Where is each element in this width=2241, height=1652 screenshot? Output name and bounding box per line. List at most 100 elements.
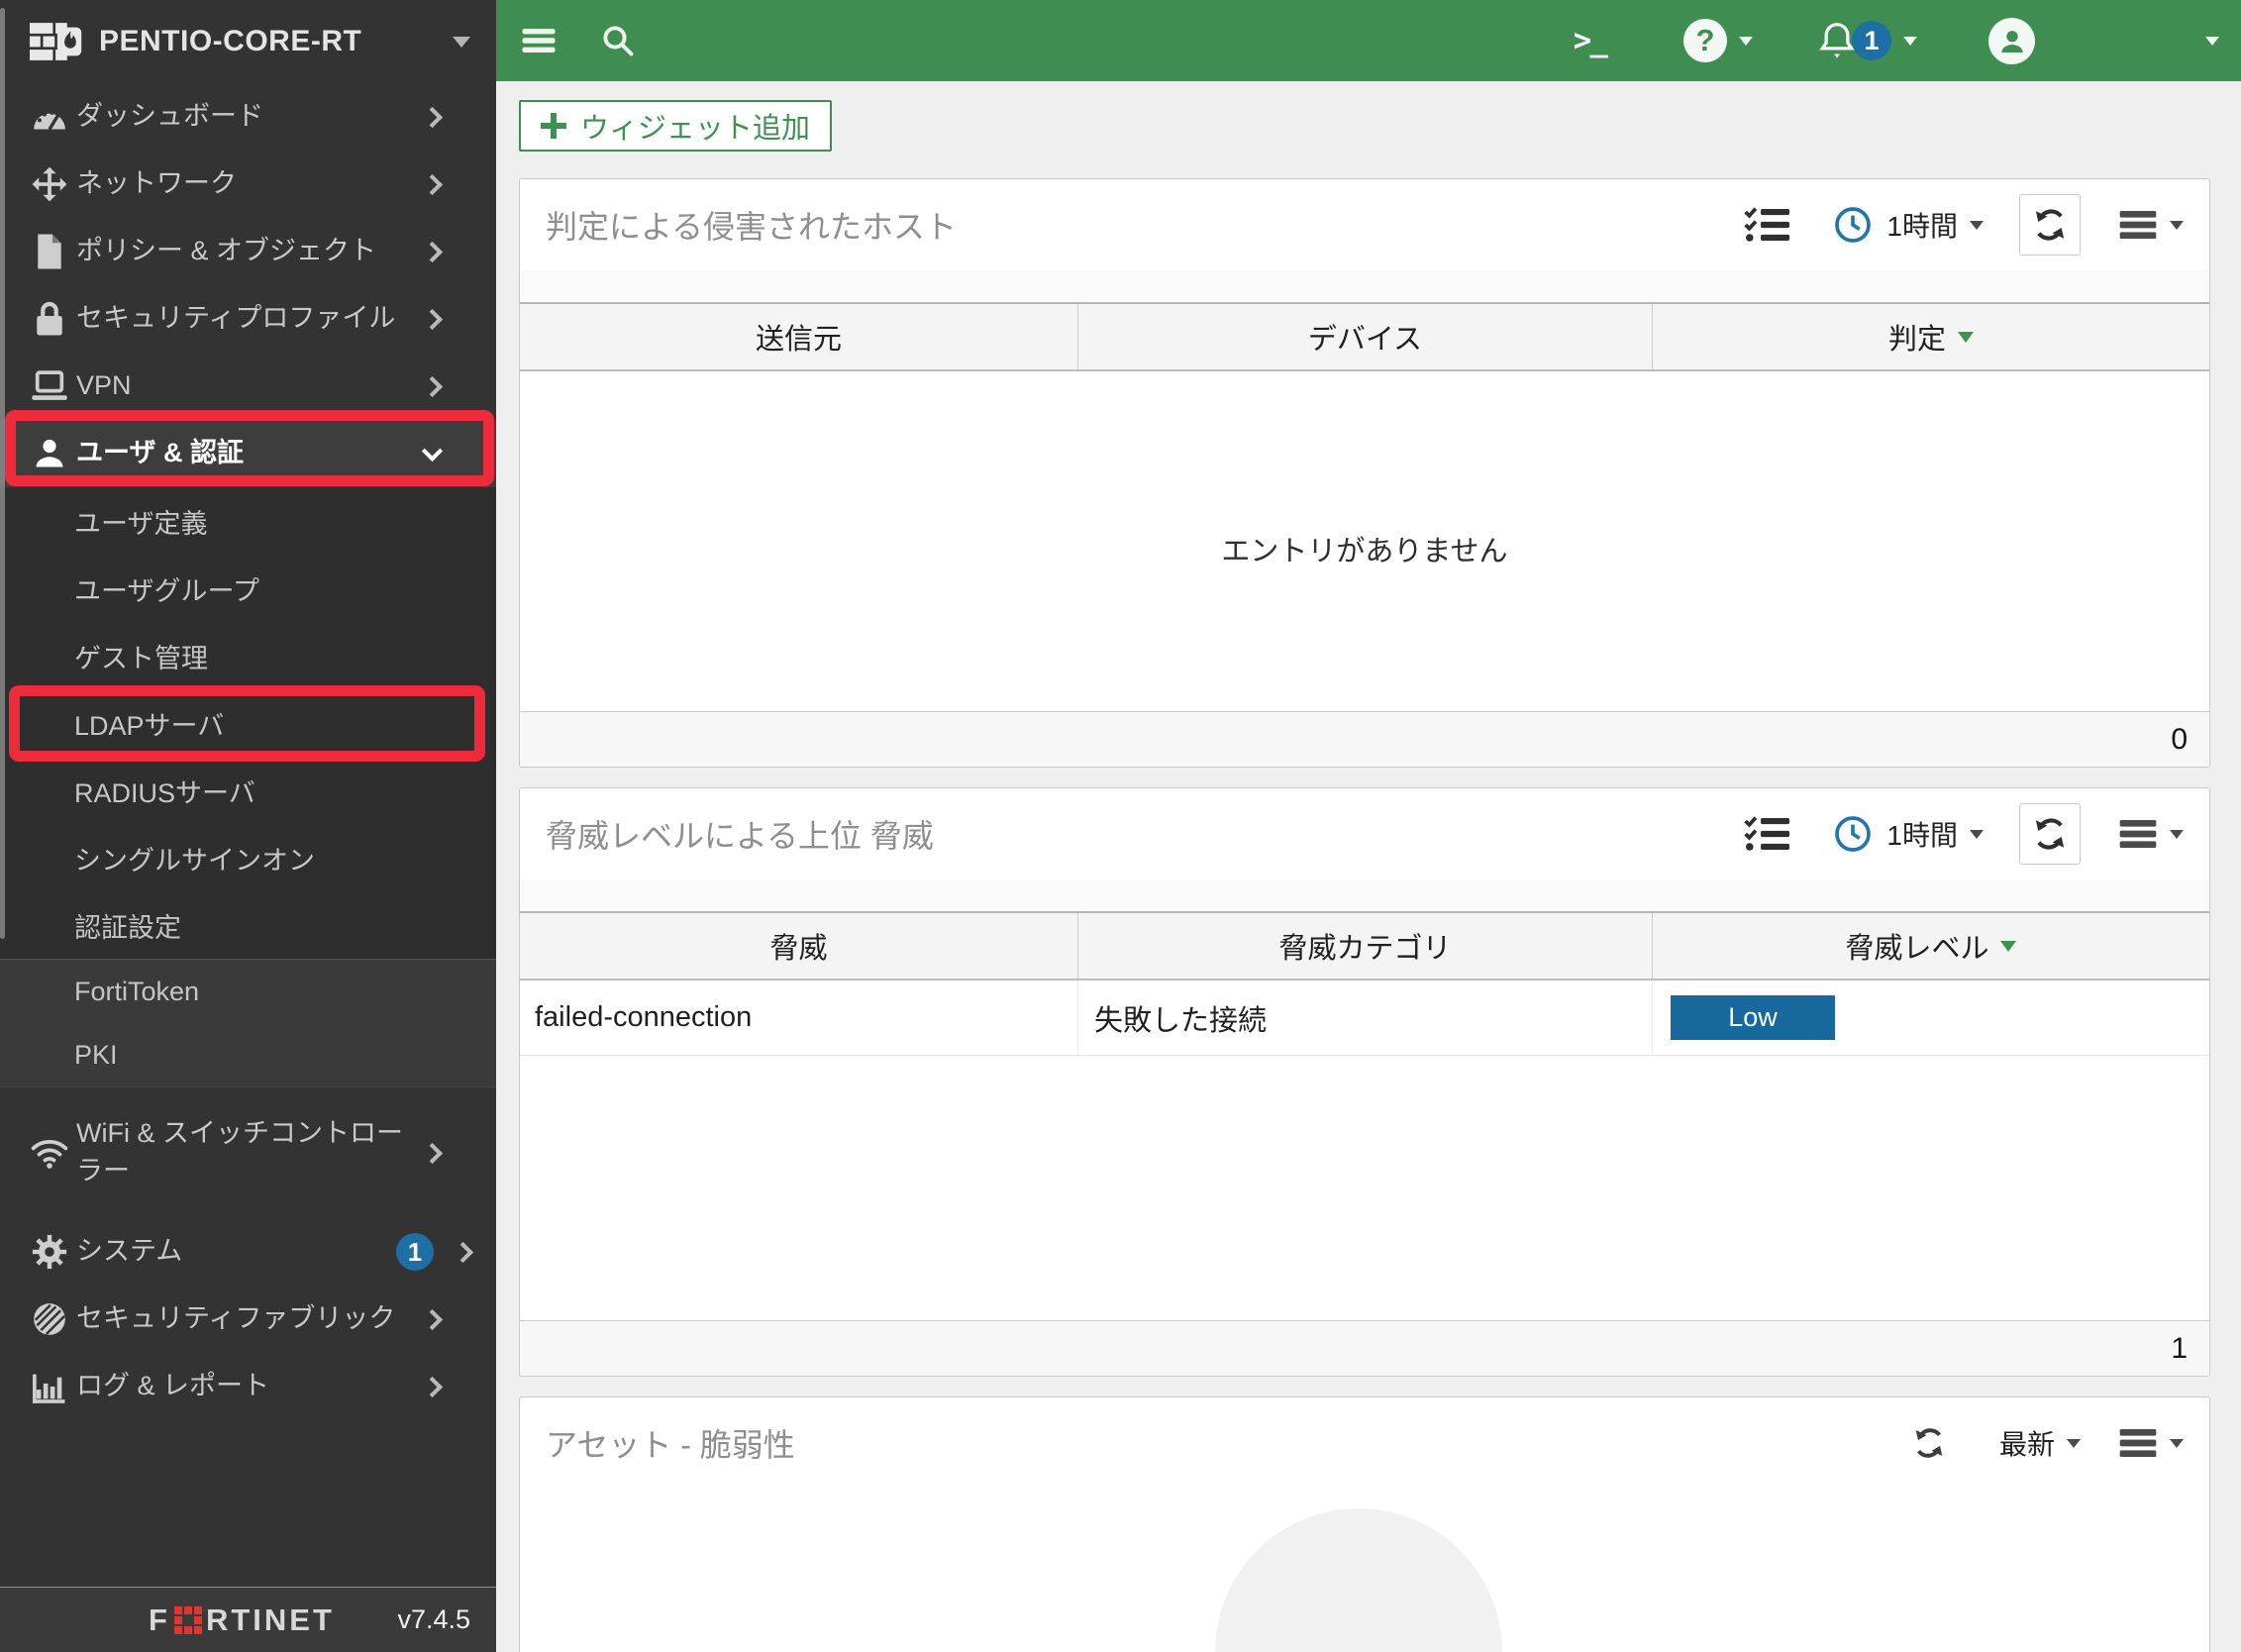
search-icon — [600, 23, 636, 58]
refresh-icon — [2035, 209, 2065, 241]
chevron-down-icon — [421, 440, 444, 462]
widget-title: 判定による侵害されたホスト — [546, 209, 958, 245]
sidebar-item-label: システム — [76, 1236, 183, 1267]
fortinet-logo-rest: RTINET — [205, 1601, 335, 1637]
table-row[interactable]: failed-connection 失敗した接続 Low — [520, 981, 2209, 1056]
time-range-label: 1時間 — [1886, 820, 1958, 851]
sidebar-item-single-sign-on[interactable]: シングルサインオン — [0, 824, 496, 891]
time-range-dropdown[interactable]: 1時間 — [1833, 814, 1984, 854]
chevron-down-icon — [2205, 36, 2219, 46]
gauge-icon — [24, 97, 75, 137]
sidebar-item-fortitoken[interactable]: FortiToken — [0, 960, 496, 1023]
empty-state-text: エントリがありません — [1221, 535, 1508, 568]
sidebar-item-auth-settings[interactable]: 認証設定 — [0, 891, 496, 959]
sidebar-item-policy-objects[interactable]: ポリシー & オブジェクト — [0, 218, 496, 285]
sidebar-item-label: ゲスト管理 — [74, 643, 208, 673]
gear-icon — [24, 1233, 75, 1271]
widget-title: 脅威レベルによる上位 脅威 — [546, 818, 934, 854]
hamburger-icon — [521, 26, 557, 55]
sidebar-item-user-auth[interactable]: ユーザ & 認証 — [0, 420, 496, 487]
sidebar-item-label: PKI — [74, 1039, 118, 1070]
sidebar-footer: F RTINET v7.4.5 — [0, 1587, 496, 1652]
sidebar-item-label: FortiToken — [74, 976, 200, 1006]
sidebar-item-label: ログ & レポート — [76, 1371, 270, 1401]
sidebar-item-pki[interactable]: PKI — [0, 1023, 496, 1086]
sidebar-item-system[interactable]: システム 1 — [0, 1218, 496, 1286]
add-widget-button[interactable]: ウィジェット追加 — [519, 100, 833, 152]
chevron-right-icon — [421, 1376, 444, 1397]
topbar-overflow-button[interactable] — [2205, 36, 2219, 46]
chevron-down-icon — [1739, 36, 1753, 46]
user-auth-submenu-group: FortiToken PKI — [0, 959, 496, 1087]
widget-assets-vulnerabilities: アセット - 脆弱性 最新 — [519, 1396, 2210, 1652]
chevron-down-icon — [453, 36, 470, 48]
latest-label: 最新 — [1998, 1429, 2055, 1460]
sidebar-item-wifi-switch[interactable]: WiFi & スイッチコントローラー — [0, 1087, 496, 1218]
column-header-threat[interactable]: 脅威 — [520, 913, 1077, 979]
sidebar-item-user-groups[interactable]: ユーザグループ — [0, 555, 496, 622]
document-icon — [24, 233, 75, 270]
chevron-right-icon — [421, 1142, 444, 1164]
terminal-icon: >_ — [1573, 23, 1608, 58]
donut-chart-placeholder — [1215, 1508, 1502, 1652]
widget-menu-button[interactable] — [2118, 1426, 2184, 1460]
checklist-icon — [1744, 207, 1790, 242]
column-header-source[interactable]: 送信元 — [520, 304, 1077, 369]
sidebar-item-label: VPN — [76, 370, 132, 401]
widget-compromised-hosts: 判定による侵害されたホスト 1時間 送信元 デバイス 判定 エントリがありません… — [519, 178, 2210, 768]
sidebar-item-dashboard[interactable]: ダッシュボード — [0, 83, 496, 151]
laptop-icon — [24, 368, 75, 404]
sidebar-item-vpn[interactable]: VPN — [0, 353, 496, 420]
widget-menu-button[interactable] — [2118, 208, 2184, 242]
time-range-dropdown[interactable]: 1時間 — [1833, 205, 1984, 245]
collapse-menu-button[interactable] — [521, 26, 557, 55]
threat-level-badge: Low — [1671, 995, 1835, 1040]
sidebar-item-security-fabric[interactable]: セキュリティファブリック — [0, 1286, 496, 1353]
sort-descending-icon — [2000, 940, 2017, 952]
row-count: 0 — [2171, 722, 2188, 756]
widget-header: 脅威レベルによる上位 脅威 1時間 — [520, 788, 2209, 879]
refresh-button[interactable] — [1912, 1426, 1946, 1460]
cli-console-button[interactable]: >_ — [1573, 23, 1608, 58]
search-button[interactable] — [600, 23, 636, 58]
help-icon: ? — [1683, 19, 1727, 62]
user-menu-button[interactable] — [1917, 17, 2035, 64]
sidebar-item-label: シングルサインオン — [74, 845, 315, 876]
refresh-button[interactable] — [2019, 803, 2081, 865]
widget-menu-button[interactable] — [2118, 817, 2184, 851]
sidebar-item-radius-servers[interactable]: RADIUSサーバ — [0, 757, 496, 824]
column-header-verdict[interactable]: 判定 — [1652, 304, 2209, 369]
checklist-filter-button[interactable] — [1744, 205, 1790, 245]
column-header-threat-category[interactable]: 脅威カテゴリ — [1076, 913, 1652, 979]
sidebar-item-label: RADIUSサーバ — [74, 777, 255, 808]
help-menu-button[interactable]: ? — [1606, 19, 1753, 62]
sidebar-item-network[interactable]: ネットワーク — [0, 151, 496, 218]
clock-icon — [1835, 207, 1872, 243]
sidebar-scrollbar[interactable] — [0, 8, 5, 939]
table-header: 送信元 デバイス 判定 — [520, 304, 2209, 371]
notifications-button[interactable]: 1 — [1816, 19, 1917, 62]
sidebar-item-log-report[interactable]: ログ & レポート — [0, 1353, 496, 1420]
checklist-filter-button[interactable] — [1744, 814, 1790, 854]
sidebar-item-ldap-servers[interactable]: LDAPサーバ — [0, 689, 496, 757]
column-header-threat-level[interactable]: 脅威レベル — [1652, 913, 2209, 979]
column-header-device[interactable]: デバイス — [1076, 304, 1652, 369]
sidebar-item-security-profiles[interactable]: セキュリティプロファイル — [0, 285, 496, 353]
topbar: >_ ? 1 — [496, 0, 2241, 81]
refresh-icon — [1915, 1428, 1943, 1458]
sidebar-item-label: ユーザ & 認証 — [76, 438, 244, 468]
sidebar-item-user-definition[interactable]: ユーザ定義 — [0, 487, 496, 555]
refresh-button[interactable] — [2019, 194, 2081, 256]
chevron-down-icon — [1970, 220, 1984, 230]
add-widget-label: ウィジェット追加 — [580, 113, 811, 145]
chevron-down-icon — [1903, 36, 1917, 46]
sidebar-item-label: ポリシー & オブジェクト — [76, 236, 377, 266]
device-selector[interactable]: PENTIO-CORE-RT — [0, 0, 496, 83]
latest-dropdown[interactable]: 最新 — [1986, 1423, 2081, 1463]
user-auth-submenu: ユーザ定義 ユーザグループ ゲスト管理 LDAPサーバ RADIUSサーバ シン… — [0, 487, 496, 1087]
threat-category: 失敗した接続 — [1093, 1004, 1267, 1037]
wifi-icon — [24, 1135, 75, 1171]
sidebar-item-guest-management[interactable]: ゲスト管理 — [0, 622, 496, 689]
bar-chart-icon — [24, 1370, 75, 1403]
hamburger-icon — [2119, 820, 2157, 848]
